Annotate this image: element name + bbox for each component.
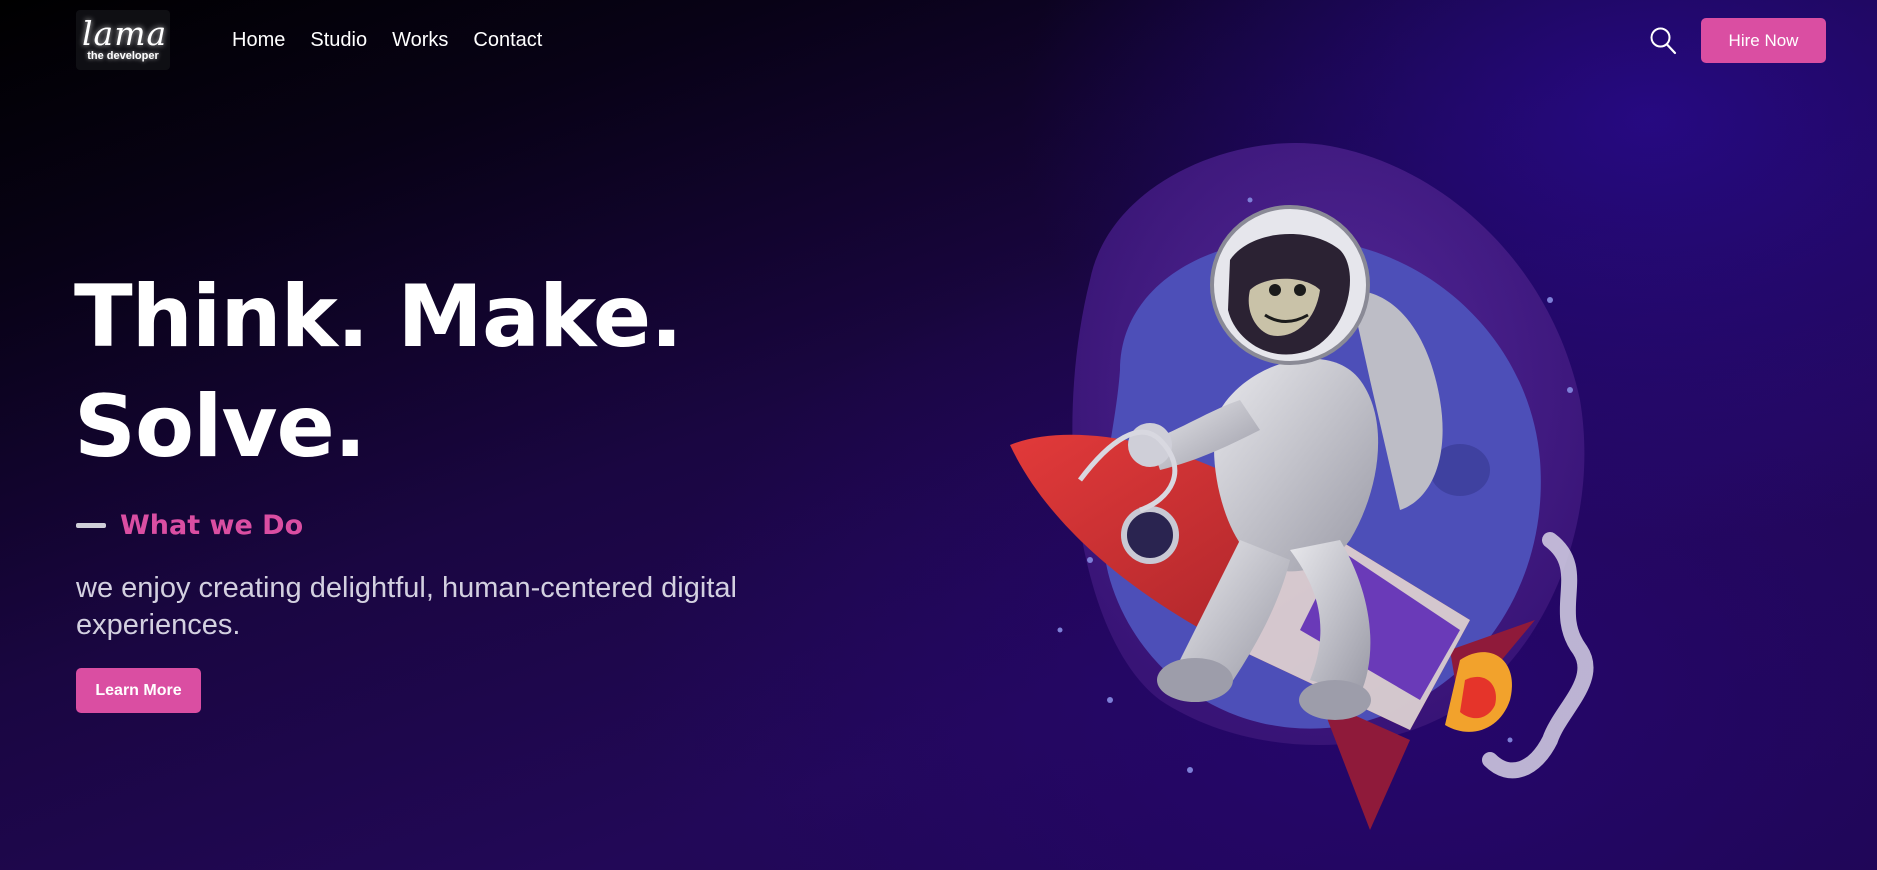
- logo-subtitle: the developer: [87, 50, 159, 62]
- learn-more-button[interactable]: Learn More: [76, 668, 201, 713]
- hire-now-button[interactable]: Hire Now: [1701, 18, 1826, 63]
- nav-contact-link[interactable]: Contact: [473, 29, 542, 52]
- what-we-do-label: What we Do: [120, 510, 304, 541]
- search-button[interactable]: [1649, 26, 1677, 56]
- navbar: lama the developer Home Studio Works Con…: [0, 0, 1877, 82]
- astronaut-rocket-illustration: [1010, 143, 1594, 830]
- nav-works-link[interactable]: Works: [392, 29, 448, 52]
- search-icon: [1650, 27, 1677, 55]
- nav-studio-link[interactable]: Studio: [310, 29, 367, 52]
- what-we-do-heading: What we Do: [76, 510, 303, 541]
- nav-links: Home Studio Works Contact: [232, 29, 542, 52]
- hero-description: we enjoy creating delightful, human-cent…: [76, 572, 737, 641]
- hero-title: Think. Make. Solve.: [74, 262, 794, 482]
- nav-home-link[interactable]: Home: [232, 29, 285, 52]
- hero-title-line1: Think. Make.: [74, 267, 683, 367]
- hero-title-line2: Solve.: [74, 377, 367, 477]
- dash-divider: [76, 523, 106, 528]
- logo-title: lama: [82, 14, 168, 53]
- logo[interactable]: lama the developer: [76, 10, 170, 70]
